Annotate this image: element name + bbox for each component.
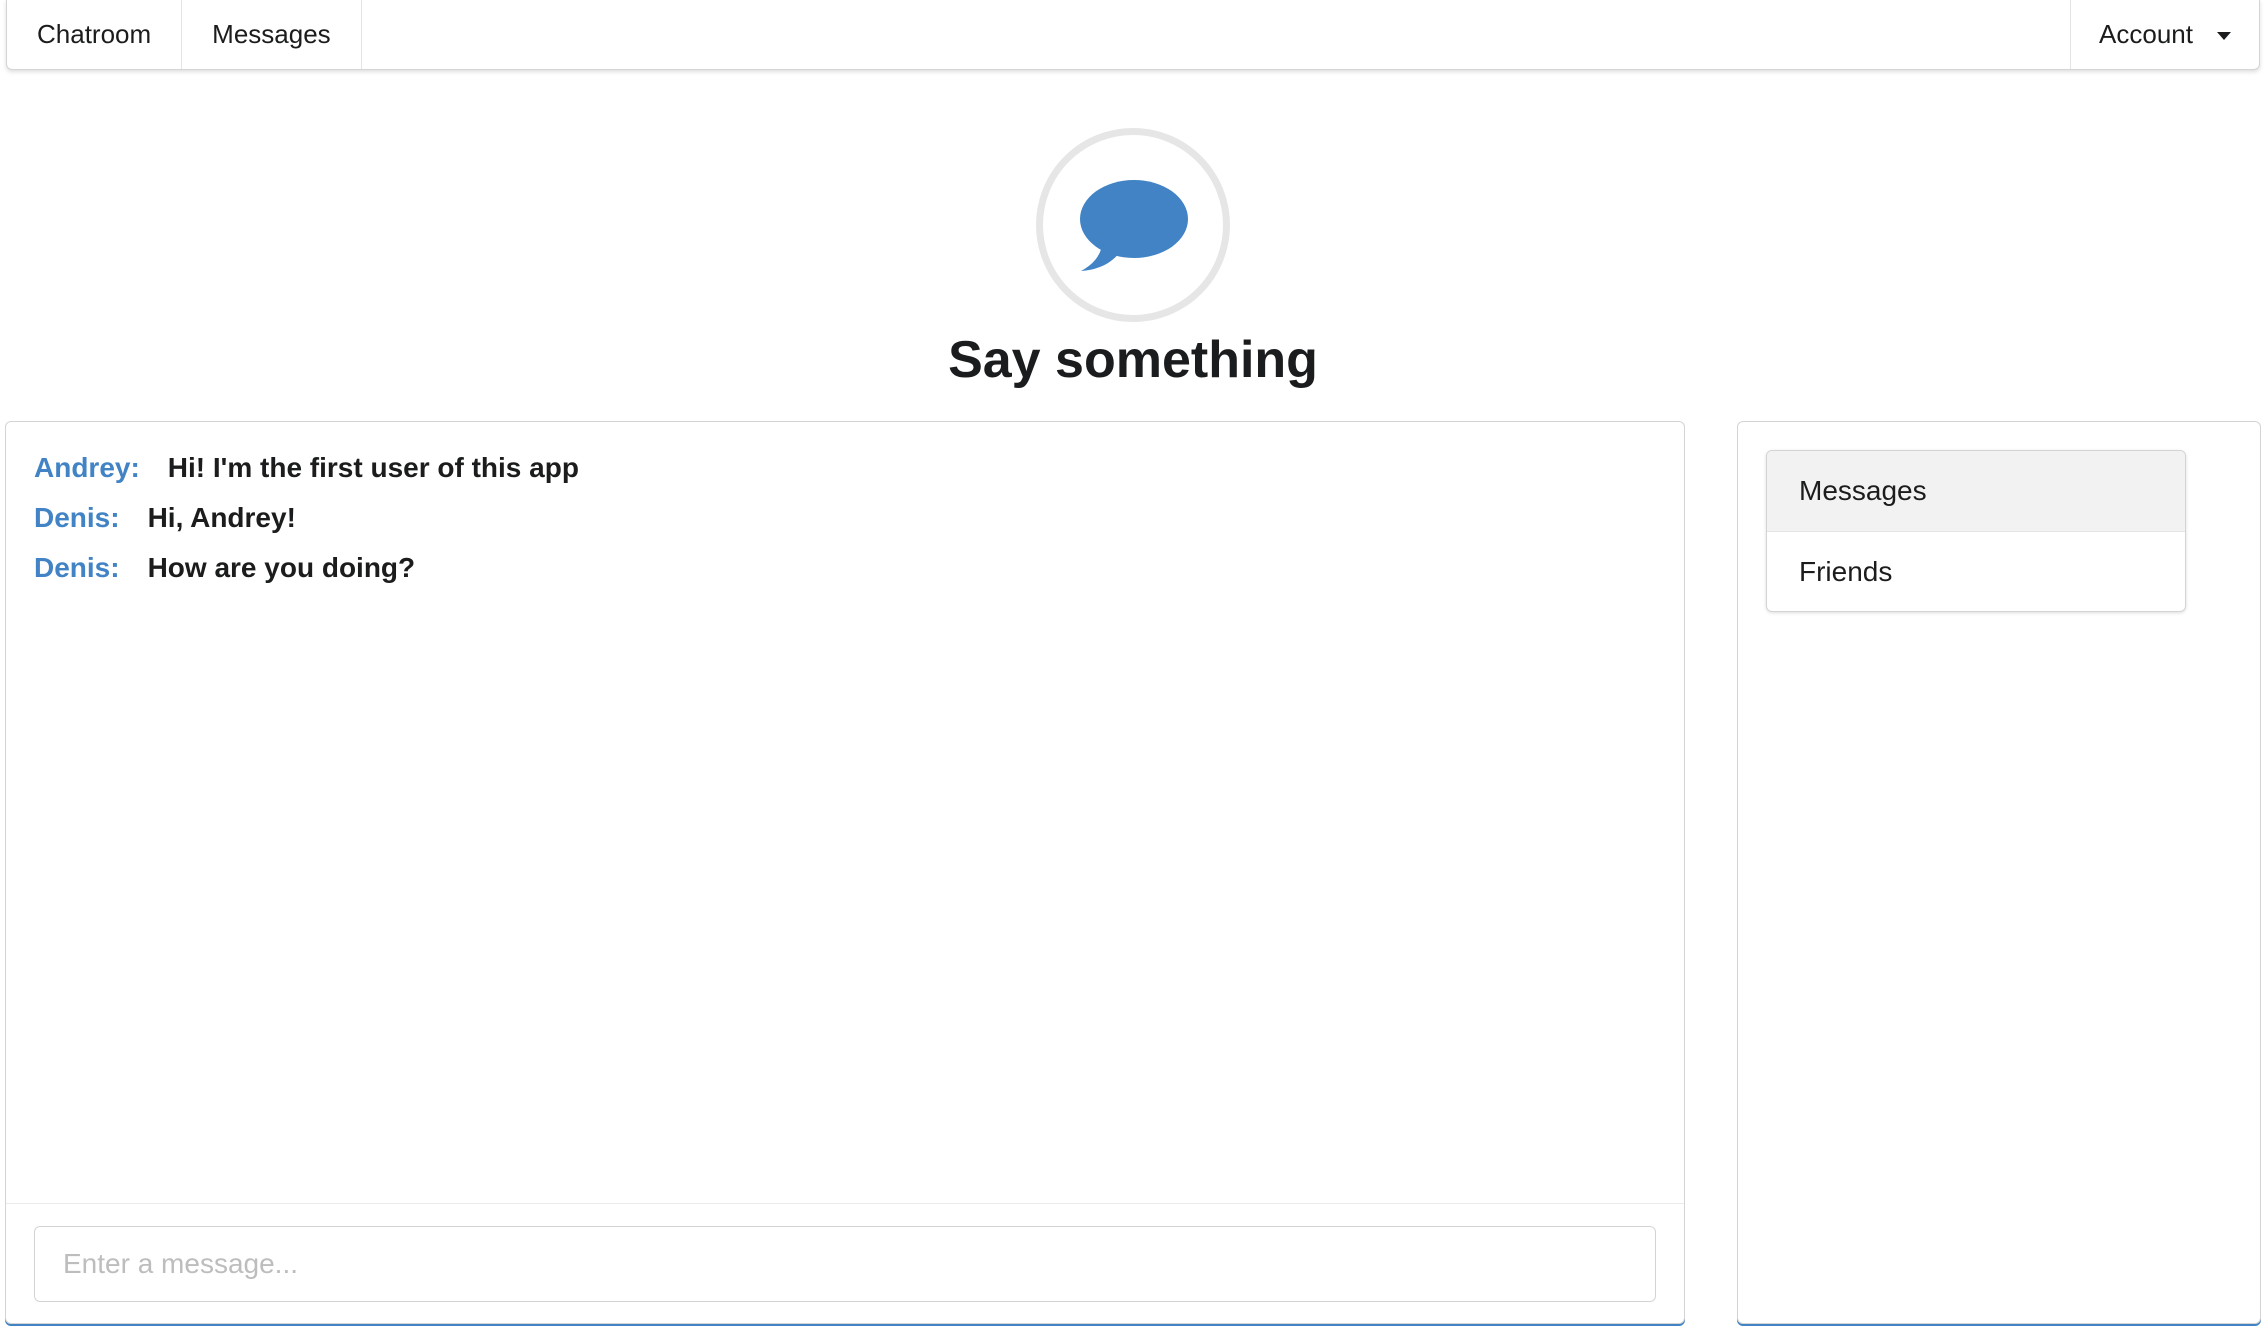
message-input[interactable] — [34, 1226, 1656, 1302]
menu-spacer — [362, 0, 2070, 69]
message-author[interactable]: Andrey: — [34, 452, 140, 484]
message-text: Hi! I'm the first user of this app — [167, 452, 579, 483]
message-author[interactable]: Denis: — [34, 502, 120, 534]
caret-down-icon — [2217, 31, 2231, 40]
chat-header-icon-circle — [1036, 128, 1230, 322]
message-author[interactable]: Denis: — [34, 552, 120, 584]
message-list: Andrey: Hi! I'm the first user of this a… — [6, 422, 1684, 1203]
message-item: Denis: Hi, Andrey! — [34, 502, 1656, 552]
message-item: Andrey: Hi! I'm the first user of this a… — [34, 452, 1656, 502]
side-menu-item-messages[interactable]: Messages — [1767, 451, 2185, 531]
top-menu-bar: Chatroom Messages Account — [6, 0, 2260, 70]
account-dropdown[interactable]: Account — [2070, 0, 2259, 69]
chat-panel: Andrey: Hi! I'm the first user of this a… — [5, 421, 1685, 1324]
message-composer — [6, 1203, 1684, 1323]
account-label: Account — [2099, 19, 2193, 49]
message-text: Hi, Andrey! — [147, 502, 296, 533]
side-panel: Messages Friends — [1737, 421, 2261, 1324]
side-menu-item-friends[interactable]: Friends — [1767, 531, 2185, 611]
menu-item-messages[interactable]: Messages — [182, 0, 362, 69]
side-menu: Messages Friends — [1766, 450, 2186, 612]
page-title: Say something — [948, 331, 1318, 389]
message-item: Denis: How are you doing? — [34, 552, 1656, 602]
message-text: How are you doing? — [147, 552, 416, 583]
chat-bubble-icon — [1080, 180, 1188, 271]
menu-item-chatroom[interactable]: Chatroom — [7, 0, 183, 69]
